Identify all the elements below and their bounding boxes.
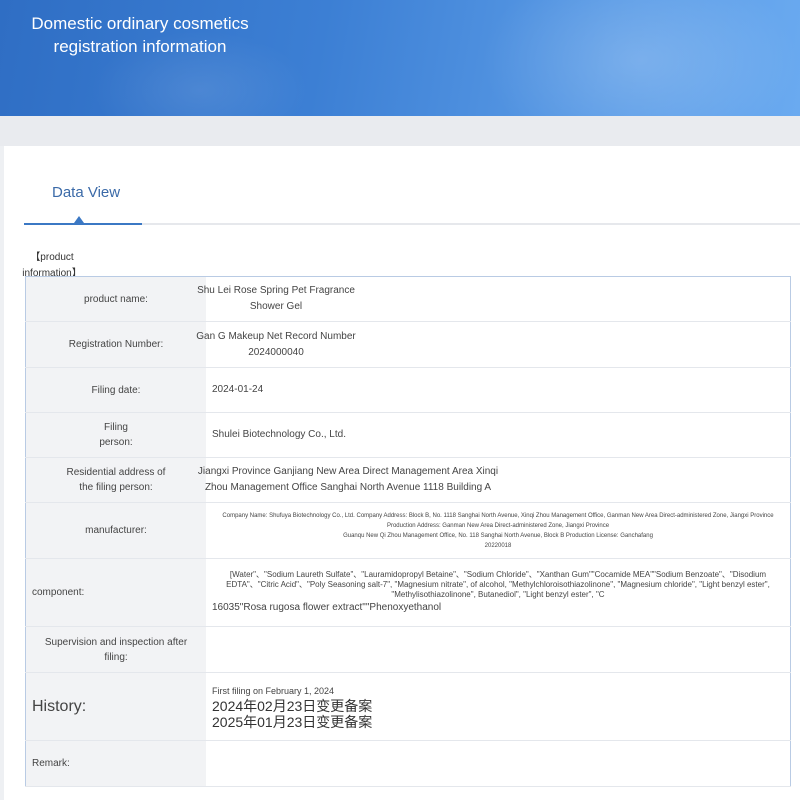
manufacturer-label: manufacturer: — [25, 502, 206, 559]
table-row: product name: Shu Lei Rose Spring Pet Fr… — [25, 276, 791, 322]
registration-table: product name: Shu Lei Rose Spring Pet Fr… — [25, 276, 791, 787]
remark-value — [206, 740, 791, 787]
registration-number-value: Gan G Makeup Net Record Number 202400004… — [196, 321, 791, 368]
table-row: Residential address of the filing person… — [25, 457, 791, 503]
table-row: component: [Water"、"Sodium Laureth Sulfa… — [25, 558, 791, 627]
page-title: Domestic ordinary cosmetics registration… — [31, 14, 249, 56]
filing-date-label: Filing date: — [25, 367, 206, 413]
table-row: Remark: — [25, 740, 791, 787]
tab-caret-icon — [74, 216, 84, 223]
tab-data-view[interactable]: Data View — [52, 184, 120, 201]
table-row: History: First filing on February 1, 202… — [25, 672, 791, 741]
component-value: [Water"、"Sodium Laureth Sulfate"、"Lauram… — [206, 558, 791, 627]
filing-person-label: Filing person: — [25, 412, 206, 458]
history-label: History: — [25, 672, 206, 741]
product-name-value: Shu Lei Rose Spring Pet Fragrance Shower… — [197, 276, 791, 322]
banner-decoration — [480, 0, 800, 116]
product-name-label: product name: — [25, 276, 206, 322]
history-entry: 2024年02月23日变更备案 — [212, 697, 373, 714]
filing-date-value: 2024-01-24 — [206, 367, 791, 413]
table-row: Supervision and inspection after filing: — [25, 626, 791, 673]
tab-active-indicator — [24, 223, 142, 225]
supervision-label: Supervision and inspection after filing: — [25, 626, 206, 673]
remark-label: Remark: — [25, 740, 206, 787]
residential-address-label: Residential address of the filing person… — [25, 457, 206, 503]
header-banner: Domestic ordinary cosmetics registration… — [0, 0, 800, 116]
component-label: component: — [25, 558, 206, 627]
history-value: First filing on February 1, 2024 2024年02… — [206, 672, 791, 741]
filing-person-value: Shulei Biotechnology Co., Ltd. — [206, 412, 791, 458]
manufacturer-value: Company Name: Shufuya Biotechnology Co.,… — [206, 502, 791, 559]
table-row: Filing date: 2024-01-24 — [25, 367, 791, 413]
history-entry: 2025年01月23日变更备案 — [212, 713, 373, 730]
supervision-value — [206, 626, 791, 673]
registration-number-label: Registration Number: — [25, 321, 206, 368]
table-row: manufacturer: Company Name: Shufuya Biot… — [25, 502, 791, 559]
table-row: Registration Number: Gan G Makeup Net Re… — [25, 321, 791, 368]
table-row: Filing person: Shulei Biotechnology Co.,… — [25, 412, 791, 458]
header-strip — [0, 116, 800, 146]
residential-address-value: Jiangxi Province Ganjiang New Area Direc… — [198, 457, 791, 503]
